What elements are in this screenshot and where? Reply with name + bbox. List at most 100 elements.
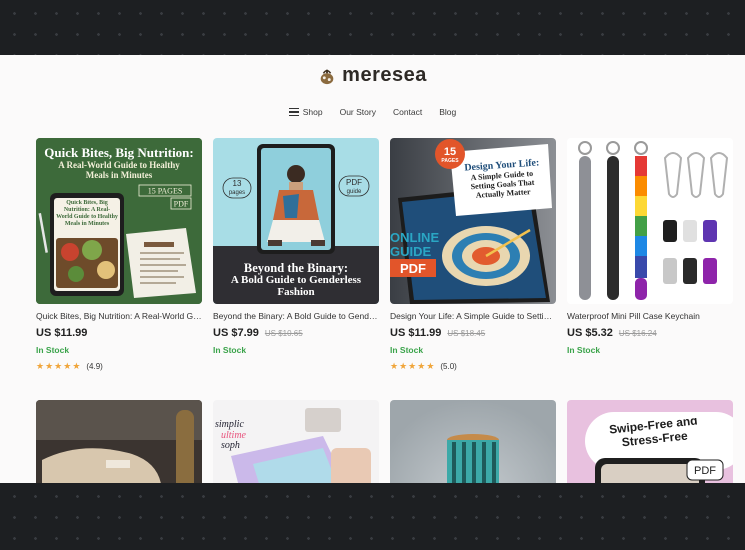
product-photo: simplic ultime soph (213, 400, 379, 483)
printed-page (126, 228, 196, 298)
product-image[interactable]: Design Your Life: A Simple Guide to Sett… (390, 138, 556, 304)
product-title[interactable]: Design Your Life: A Simple Guide to Sett… (390, 311, 556, 321)
rating-value: (4.9) (86, 362, 103, 371)
product-title[interactable]: Quick Bites, Big Nutrition: A Real-World… (36, 311, 202, 321)
product-rating: ★ ★ ★ ★ ★ (5.0) (390, 361, 556, 372)
star-icon: ★ (426, 361, 435, 371)
original-price: US $18.45 (447, 329, 486, 338)
cover-online: ONLINE (390, 230, 439, 245)
cover-format: PDF (400, 261, 426, 276)
product-title[interactable]: Waterproof Mini Pill Case Keychain (567, 311, 733, 321)
cover-pages-num: 13 (233, 179, 242, 188)
pill-keychain-photo (567, 138, 733, 304)
product-price: US $11.99 (390, 327, 442, 339)
cover-subheading-box: A Bold Guide to Genderless Fashion (230, 274, 362, 298)
menu-icon (288, 108, 299, 116)
main-nav: Shop Our Story Contact Blog (0, 107, 745, 117)
star-icon: ★ (36, 361, 45, 371)
price-row: US $11.99 US $18.45 (390, 327, 556, 339)
star-icon: ★ (54, 361, 63, 371)
product-price: US $5.32 (567, 327, 613, 339)
product-image[interactable]: Quick Bites, Big Nutrition: A Real-World… (36, 138, 202, 304)
stock-status: In Stock (213, 345, 247, 355)
product-card[interactable]: Quick Bites, Big Nutrition: A Real-World… (36, 138, 202, 371)
cover-format: PDF (346, 178, 362, 187)
product-card[interactable]: Swipe-Free and Stress-Free PDF (567, 400, 733, 483)
cover-heading: Beyond the Binary: (244, 261, 348, 275)
product-image[interactable]: simplic ultime soph (213, 400, 379, 483)
product-card[interactable]: Waterproof Mini Pill Case Keychain US $5… (567, 138, 733, 355)
star-icon: ★ (45, 361, 54, 371)
fashion-guide-cover: 13 pages PDF guide Beyond the Binary: A … (213, 138, 379, 304)
stock-status: In Stock (390, 345, 424, 355)
site-header: meresea Shop Our Story Contact Blog (0, 55, 745, 141)
rating-value: (5.0) (440, 362, 457, 371)
brand-name: meresea (342, 64, 427, 86)
product-image[interactable] (390, 400, 556, 483)
stock-status: In Stock (567, 345, 601, 355)
product-rating: ★ ★ ★ ★ ★ (4.9) (36, 361, 202, 372)
product-photo (390, 400, 556, 483)
original-price: US $10.65 (264, 329, 303, 338)
price-row: US $7.99 US $10.65 (213, 327, 379, 339)
product-price: US $7.99 (213, 327, 259, 339)
badge-num: 15 (444, 146, 456, 158)
nav-contact-label: Contact (392, 107, 423, 117)
product-image[interactable] (36, 400, 202, 483)
badge-word: PAGES (441, 158, 459, 164)
product-cover: Swipe-Free and Stress-Free PDF (567, 400, 733, 483)
nav-shop[interactable]: Shop (288, 107, 323, 117)
product-card[interactable] (390, 400, 556, 483)
cover-guide: GUIDE (390, 244, 432, 259)
product-price: US $11.99 (36, 327, 88, 339)
cover-subheading: A Real-World Guide to Healthy Meals in M… (58, 160, 180, 180)
pill-case (607, 156, 619, 300)
star-icon: ★ (390, 361, 399, 371)
star-icon: ★ (417, 361, 426, 371)
star-icon: ★ (72, 361, 81, 371)
product-image[interactable]: 13 pages PDF guide Beyond the Binary: A … (213, 138, 379, 304)
cover-format-word: guide (347, 189, 362, 195)
product-image[interactable]: Swipe-Free and Stress-Free PDF (567, 400, 733, 483)
product-title[interactable]: Beyond the Binary: A Bold Guide to Gende… (213, 311, 379, 321)
price-row: US $11.99 (36, 327, 202, 339)
product-card[interactable] (36, 400, 202, 483)
tablet-text-box: Quick Bites, Big Nutrition: A Real-World… (56, 200, 118, 227)
brand-logo[interactable]: meresea (0, 64, 745, 87)
overlay-line-3: soph (221, 440, 240, 451)
cover-heading: Swipe-Free and Stress-Free (608, 418, 699, 450)
product-card[interactable]: 13 pages PDF guide Beyond the Binary: A … (213, 138, 379, 355)
star-icon: ★ (63, 361, 72, 371)
star-icon: ★ (408, 361, 417, 371)
pill-case (579, 156, 591, 300)
original-price: US $16.24 (618, 329, 657, 338)
price-row: US $5.32 US $16.24 (567, 327, 733, 339)
cover-subheading-box: A Real-World Guide to Healthy Meals in M… (58, 160, 180, 180)
product-photo (36, 400, 202, 483)
cover-pages: 15 PAGES (148, 187, 183, 196)
nav-shop-label: Shop (302, 107, 323, 117)
nav-our-story-label: Our Story (339, 107, 376, 117)
cover-subheading-box: A Simple Guide to Setting Goals That Act… (470, 168, 535, 200)
cover-pages-word: pages (229, 190, 245, 196)
cover-format: PDF (174, 200, 189, 209)
store-page: meresea Shop Our Story Contact Blog Quic… (0, 55, 745, 483)
product-card[interactable]: simplic ultime soph (213, 400, 379, 483)
cover-subheading: A Simple Guide to Setting Goals That Act… (470, 168, 535, 200)
nutrition-guide-cover: Quick Bites, Big Nutrition: A Real-World… (36, 138, 202, 304)
product-image[interactable] (567, 138, 733, 304)
nav-contact[interactable]: Contact (393, 107, 422, 117)
logo-mark-icon (320, 69, 334, 84)
nav-our-story[interactable]: Our Story (340, 107, 376, 117)
cover-format: PDF (694, 465, 716, 477)
star-icon: ★ (399, 361, 408, 371)
nav-blog[interactable]: Blog (439, 107, 456, 117)
product-card[interactable]: Design Your Life: A Simple Guide to Sett… (390, 138, 556, 371)
cover-heading: Quick Bites, Big Nutrition: (44, 145, 194, 160)
stock-status: In Stock (36, 345, 70, 355)
overlay-line-1: simplic (215, 419, 244, 430)
nav-blog-label: Blog (439, 107, 457, 117)
cover-subheading: A Bold Guide to Genderless Fashion (230, 274, 362, 298)
goals-guide-cover: Design Your Life: A Simple Guide to Sett… (390, 138, 556, 304)
tablet-text: Quick Bites, Big Nutrition: A Real-World… (56, 200, 118, 227)
